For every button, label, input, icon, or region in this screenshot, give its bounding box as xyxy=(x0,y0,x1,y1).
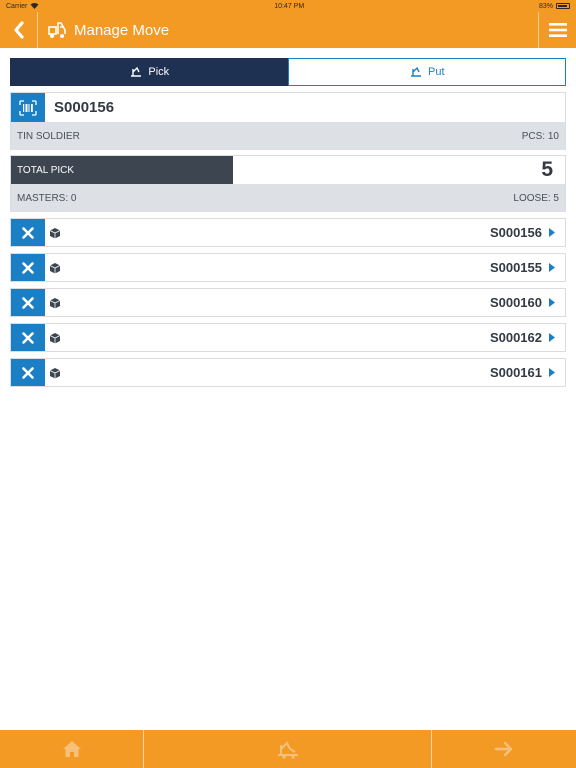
battery-icon xyxy=(556,3,570,9)
pick-icon xyxy=(131,66,142,77)
close-icon xyxy=(22,366,34,379)
nav-bar: Manage Move xyxy=(0,12,576,48)
forklift-icon xyxy=(48,22,66,38)
title-text: Manage Move xyxy=(74,21,170,39)
list-item[interactable]: S000156 xyxy=(10,218,566,247)
chevron-right-icon xyxy=(549,263,555,272)
item-card: S000156 TIN SOLDIER PCS: 10 xyxy=(10,92,566,150)
total-pick-label: TOTAL PICK xyxy=(17,164,75,176)
hamburger-icon xyxy=(548,23,567,37)
close-icon xyxy=(22,261,34,274)
remove-button[interactable] xyxy=(11,219,45,246)
chevron-right-icon xyxy=(549,298,555,307)
list-item[interactable]: S000162 xyxy=(10,323,566,352)
row-code: S000161 xyxy=(489,365,542,380)
next-button[interactable] xyxy=(432,730,576,768)
box-icon xyxy=(49,367,61,379)
back-button[interactable] xyxy=(0,12,38,48)
masters-count: MASTERS: 0 xyxy=(17,192,77,204)
list-item[interactable]: S000160 xyxy=(10,288,566,317)
wifi-icon xyxy=(30,2,39,11)
chevron-right-icon xyxy=(549,368,555,377)
loose-count: LOOSE: 5 xyxy=(513,192,559,204)
tab-pick-label: Pick xyxy=(148,66,170,78)
row-code: S000155 xyxy=(489,260,542,275)
footer-toolbar xyxy=(0,730,576,768)
pick-list: S000156 S000155 S000160 S000162 S000161 xyxy=(10,218,566,393)
home-icon xyxy=(62,741,81,757)
row-code: S000160 xyxy=(489,295,542,310)
row-code: S000162 xyxy=(489,330,542,345)
clock: 10:47 PM xyxy=(274,2,305,10)
chevron-right-icon xyxy=(549,333,555,342)
page-title: Manage Move xyxy=(48,21,169,39)
remove-button[interactable] xyxy=(11,324,45,351)
total-pick-progress: TOTAL PICK xyxy=(11,156,233,184)
box-icon xyxy=(49,227,61,239)
home-button[interactable] xyxy=(0,730,144,768)
remove-button[interactable] xyxy=(11,254,45,281)
remove-button[interactable] xyxy=(11,359,45,386)
tab-pick[interactable]: Pick xyxy=(11,59,288,85)
menu-button[interactable] xyxy=(538,12,576,48)
row-code: S000156 xyxy=(489,225,542,240)
barcode-icon xyxy=(19,99,37,116)
chevron-left-icon xyxy=(13,21,24,39)
item-pcs: PCS: 10 xyxy=(521,130,559,142)
list-item[interactable]: S000161 xyxy=(10,358,566,387)
chevron-right-icon xyxy=(549,228,555,237)
remove-button[interactable] xyxy=(11,289,45,316)
item-name: TIN SOLDIER xyxy=(17,130,80,142)
tab-put-label: Put xyxy=(427,66,445,78)
battery-percent: 83% xyxy=(538,2,553,10)
arrow-right-icon xyxy=(494,741,513,757)
total-pick-count: 5 xyxy=(541,158,553,181)
tab-put[interactable]: Put xyxy=(287,58,566,86)
box-icon xyxy=(49,332,61,344)
list-item[interactable]: S000155 xyxy=(10,253,566,282)
carrier-label: Carrier xyxy=(6,2,28,10)
box-icon xyxy=(49,262,61,274)
close-icon xyxy=(22,296,34,309)
forklift-pick-icon xyxy=(277,741,298,759)
close-icon xyxy=(22,226,34,239)
barcode-scan-button[interactable] xyxy=(11,93,45,122)
box-icon xyxy=(49,297,61,309)
forklift-action-button[interactable] xyxy=(144,730,432,768)
total-pick-card: TOTAL PICK 5 MASTERS: 0 LOOSE: 5 xyxy=(10,155,566,212)
status-bar: Carrier 10:47 PM 83% xyxy=(0,0,576,12)
put-icon xyxy=(410,66,421,77)
close-icon xyxy=(22,331,34,344)
pick-put-tabs: Pick Put xyxy=(10,58,566,86)
item-code: S000156 xyxy=(54,99,115,116)
